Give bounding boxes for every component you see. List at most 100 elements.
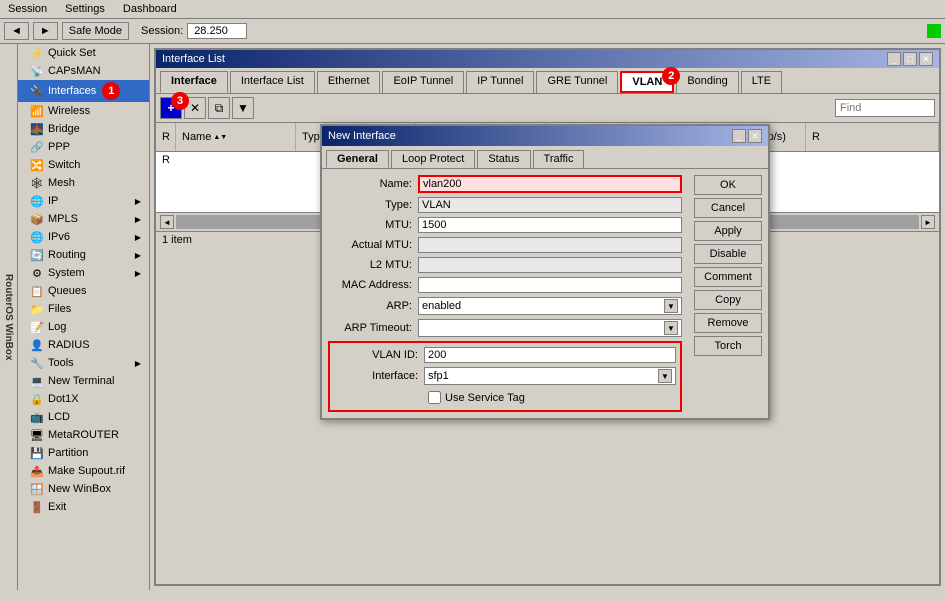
tab-gre-tunnel[interactable]: GRE Tunnel [536, 71, 618, 93]
sidebar-item-ppp[interactable]: 🔗 PPP [18, 138, 149, 156]
tab-lte[interactable]: LTE [741, 71, 782, 93]
dialog-close[interactable]: ✕ [748, 129, 762, 143]
sidebar-item-radius[interactable]: 👤 RADIUS [18, 336, 149, 354]
mtu-input[interactable] [418, 217, 682, 233]
col-r2[interactable]: R [806, 123, 939, 151]
tab-interface-list[interactable]: Interface List [230, 71, 315, 93]
filter-button[interactable]: ▼ [232, 97, 254, 119]
sidebar-item-system[interactable]: ⚙ System [18, 264, 149, 282]
dialog-minimize[interactable]: _ [732, 129, 746, 143]
menu-dashboard[interactable]: Dashboard [119, 2, 181, 16]
mac-input[interactable] [418, 277, 682, 293]
arp-timeout-field-row: ARP Timeout: ▼ [328, 319, 682, 337]
sidebar-item-mpls[interactable]: 📦 MPLS [18, 210, 149, 228]
sidebar-item-label: Interfaces [48, 85, 96, 97]
use-service-tag-checkbox[interactable] [428, 391, 441, 404]
arp-timeout-select[interactable]: ▼ [418, 319, 682, 337]
dialog-body: Name: Type: MTU: [322, 169, 768, 418]
sidebar-item-ip[interactable]: 🌐 IP [18, 192, 149, 210]
tools-icon: 🔧 [30, 356, 44, 370]
sidebar-item-label: Wireless [48, 105, 90, 117]
restore-button[interactable]: □ [903, 52, 917, 66]
sidebar-item-routing[interactable]: 🔄 Routing [18, 246, 149, 264]
scroll-left[interactable]: ◄ [160, 215, 174, 229]
add-button[interactable]: + 3 [160, 97, 182, 119]
radius-icon: 👤 [30, 338, 44, 352]
mpls-icon: 📦 [30, 212, 44, 226]
tab-ip-tunnel[interactable]: IP Tunnel [466, 71, 534, 93]
sidebar-item-label: Routing [48, 249, 86, 261]
cancel-button[interactable]: Cancel [694, 198, 762, 218]
ppp-icon: 🔗 [30, 140, 44, 154]
dialog-tabs: General Loop Protect Status Traffic [322, 146, 768, 169]
menu-session[interactable]: Session [4, 2, 51, 16]
tab-eoip-tunnel[interactable]: EoIP Tunnel [382, 71, 464, 93]
ok-button[interactable]: OK [694, 175, 762, 195]
type-label: Type: [328, 199, 418, 211]
sidebar-item-queues[interactable]: 📋 Queues [18, 282, 149, 300]
scroll-right[interactable]: ► [921, 215, 935, 229]
sidebar-item-metarouter[interactable]: 🖥 MetaROUTER [18, 426, 149, 444]
connection-indicator [927, 24, 941, 38]
menu-settings[interactable]: Settings [61, 2, 109, 16]
sidebar-item-partition[interactable]: 💾 Partition [18, 444, 149, 462]
sidebar-item-lcd[interactable]: 📺 LCD [18, 408, 149, 426]
arp-select[interactable]: enabled ▼ [418, 297, 682, 315]
vlan-id-input[interactable] [424, 347, 676, 363]
actual-mtu-input [418, 237, 682, 253]
tab-vlan[interactable]: VLAN 2 [620, 71, 674, 93]
sidebar-item-label: Tools [48, 357, 74, 369]
col-name[interactable]: Name ▲▼ [176, 123, 296, 151]
close-button[interactable]: ✕ [919, 52, 933, 66]
dialog-tab-status[interactable]: Status [477, 150, 530, 168]
sidebar-item-label: Log [48, 321, 66, 333]
sidebar-item-switch[interactable]: 🔀 Switch [18, 156, 149, 174]
vlan-interface-select[interactable]: sfp1 ▼ [424, 367, 676, 385]
sidebar-item-dot1x[interactable]: 🔒 Dot1X [18, 390, 149, 408]
arp-dropdown-arrow[interactable]: ▼ [664, 299, 678, 313]
vlan-interface-arrow[interactable]: ▼ [658, 369, 672, 383]
sidebar-item-quick-set[interactable]: ⚡ Quick Set [18, 44, 149, 62]
forward-button[interactable]: ► [33, 22, 58, 40]
badge-3: 3 [171, 92, 189, 110]
sidebar-item-label: New Terminal [48, 375, 114, 387]
sidebar-item-new-winbox[interactable]: 🪟 New WinBox [18, 480, 149, 498]
sidebar-item-mesh[interactable]: 🕸 Mesh [18, 174, 149, 192]
ip-icon: 🌐 [30, 194, 44, 208]
dialog-tab-general[interactable]: General [326, 150, 389, 168]
dot1x-icon: 🔒 [30, 392, 44, 406]
find-input[interactable] [835, 99, 935, 117]
sidebar-item-files[interactable]: 📁 Files [18, 300, 149, 318]
sidebar-item-log[interactable]: 📝 Log [18, 318, 149, 336]
tab-bonding[interactable]: Bonding [676, 71, 738, 93]
sidebar-item-new-terminal[interactable]: 💻 New Terminal [18, 372, 149, 390]
sidebar-item-exit[interactable]: 🚪 Exit [18, 498, 149, 516]
dialog-tab-loop-protect[interactable]: Loop Protect [391, 150, 475, 168]
sidebar-item-bridge[interactable]: 🌉 Bridge [18, 120, 149, 138]
sidebar-item-wireless[interactable]: 📶 Wireless [18, 102, 149, 120]
col-r[interactable]: R [156, 123, 176, 151]
remove-button[interactable]: Remove [694, 313, 762, 333]
dialog-tab-traffic[interactable]: Traffic [533, 150, 585, 168]
sidebar-item-interfaces[interactable]: 🔌 Interfaces 1 [18, 80, 149, 102]
sidebar-item-label: Quick Set [48, 47, 96, 59]
tab-interface[interactable]: Interface [160, 71, 228, 93]
name-input[interactable] [418, 175, 682, 193]
lcd-icon: 📺 [30, 410, 44, 424]
arp-timeout-dropdown-arrow[interactable]: ▼ [664, 321, 678, 335]
supout-icon: 📤 [30, 464, 44, 478]
back-button[interactable]: ◄ [4, 22, 29, 40]
sidebar-item-make-supout[interactable]: 📤 Make Supout.rif [18, 462, 149, 480]
apply-button[interactable]: Apply [694, 221, 762, 241]
tab-ethernet[interactable]: Ethernet [317, 71, 381, 93]
minimize-button[interactable]: _ [887, 52, 901, 66]
safemode-button[interactable]: Safe Mode [62, 22, 129, 40]
copy-button[interactable]: ⧉ [208, 97, 230, 119]
sidebar-item-ipv6[interactable]: 🌐 IPv6 [18, 228, 149, 246]
comment-button[interactable]: Comment [694, 267, 762, 287]
sidebar-item-capsman[interactable]: 📡 CAPsMAN [18, 62, 149, 80]
copy-dialog-button[interactable]: Copy [694, 290, 762, 310]
sidebar-item-tools[interactable]: 🔧 Tools [18, 354, 149, 372]
torch-button[interactable]: Torch [694, 336, 762, 356]
disable-button[interactable]: Disable [694, 244, 762, 264]
